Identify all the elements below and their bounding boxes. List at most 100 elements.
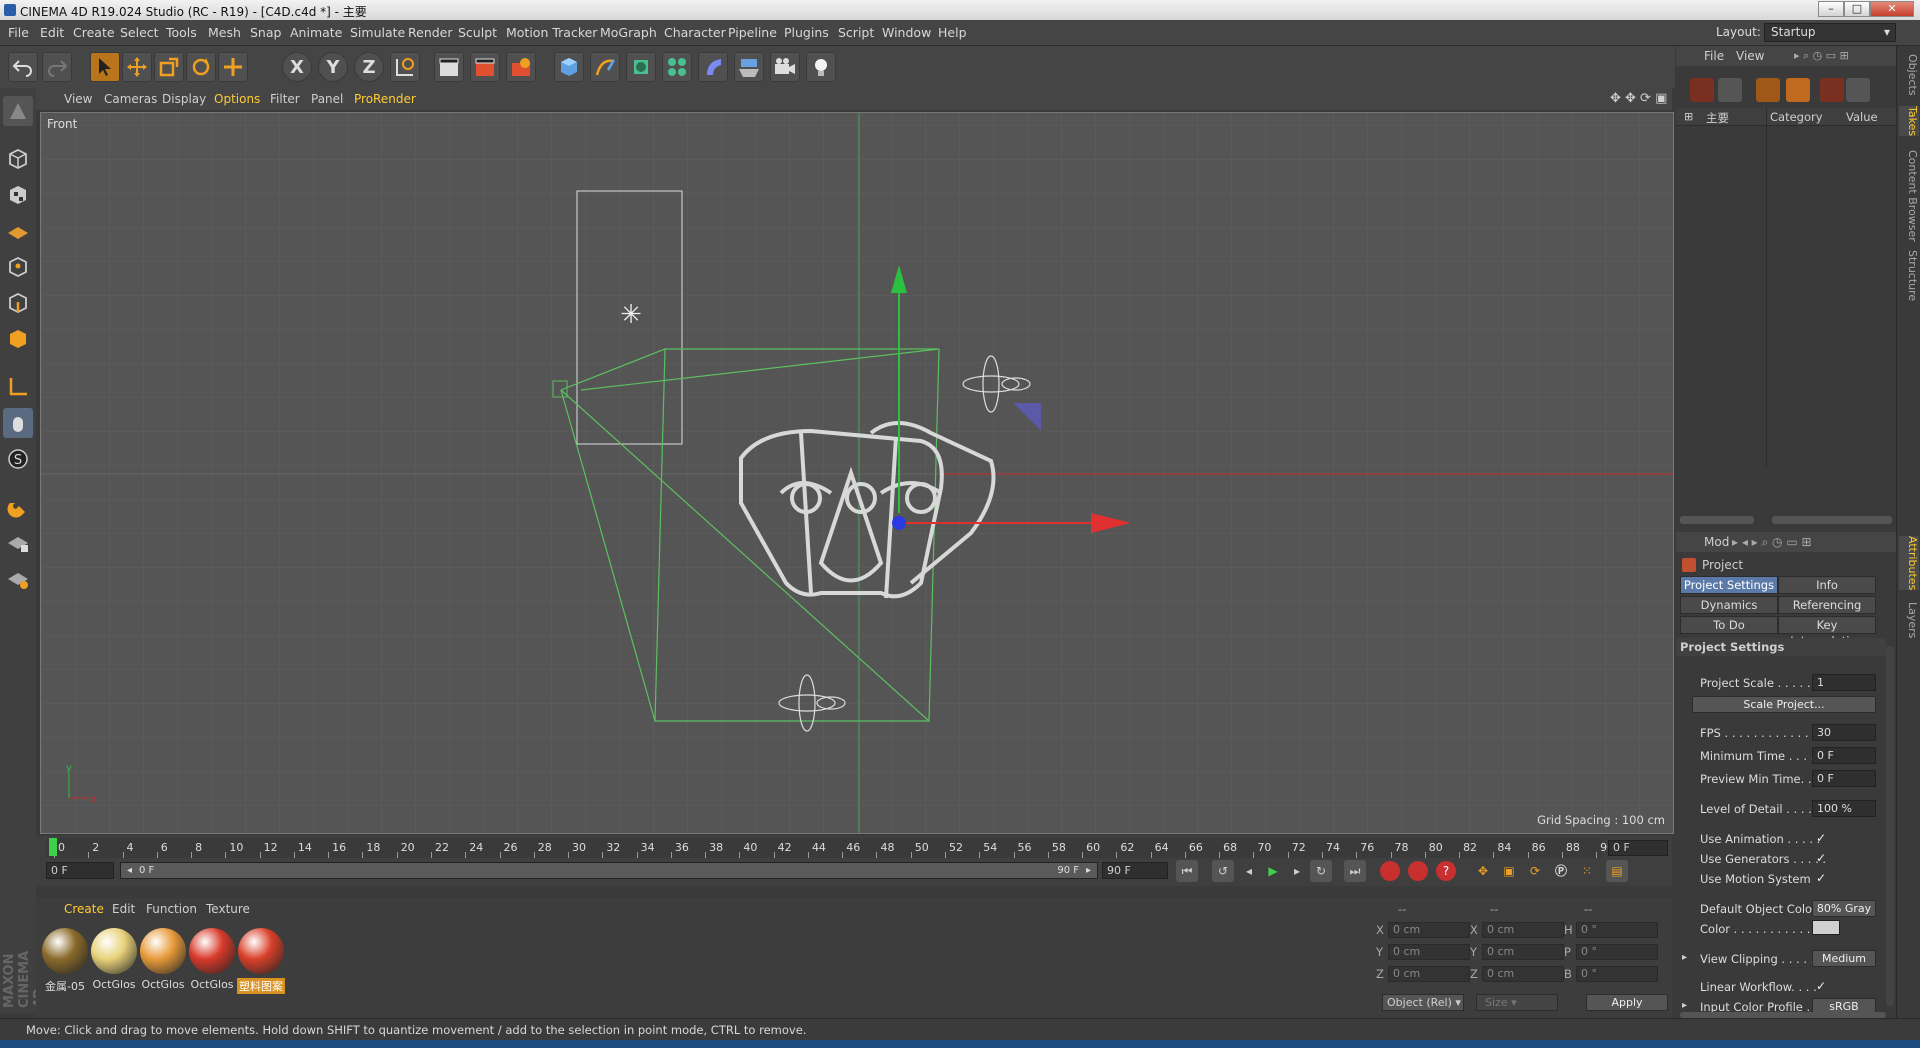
attributes-mode-menu[interactable]: Mod xyxy=(1704,535,1729,549)
objects-menu-view[interactable]: View xyxy=(1736,49,1764,63)
menu-motion-tracker[interactable]: Motion Tracker xyxy=(506,25,597,40)
viewport-canvas[interactable]: ✳ y x xyxy=(41,113,1674,834)
fps-field[interactable]: 30 xyxy=(1812,724,1876,741)
menu-script[interactable]: Script xyxy=(838,25,874,40)
key-pla-button[interactable]: ⁙ xyxy=(1576,860,1598,882)
layout-select[interactable]: Startup ▾ xyxy=(1764,23,1896,42)
viewport-menu-cameras[interactable]: Cameras xyxy=(104,92,157,106)
menu-select[interactable]: Select xyxy=(120,25,159,40)
material-label[interactable]: OctGlos xyxy=(188,978,236,991)
keyframe-selection-button[interactable]: ? xyxy=(1436,861,1456,881)
menu-create[interactable]: Create xyxy=(73,25,115,40)
tab-dynamics[interactable]: Dynamics xyxy=(1680,596,1778,614)
timeline-ruler[interactable]: 0 2 4 6 8 10 12 14 16 18 20 22 24 26 28 30 32 34 36 38 40 42 4… xyxy=(46,838,1614,858)
material-menu-create[interactable]: Create xyxy=(64,902,104,916)
z-axis-lock-button[interactable]: Z xyxy=(354,52,384,82)
recent-tool-button[interactable] xyxy=(218,52,248,82)
y-axis-lock-button[interactable]: Y xyxy=(318,52,348,82)
view-clipping-select[interactable]: Medium xyxy=(1812,950,1876,967)
key-position-button[interactable]: ✥ xyxy=(1472,860,1494,882)
material-swatch[interactable] xyxy=(189,928,235,974)
coord-value-field[interactable]: 0 cm xyxy=(1388,944,1470,960)
rotate-tool-button[interactable] xyxy=(186,52,216,82)
undo-button[interactable] xyxy=(8,52,38,82)
menu-animate[interactable]: Animate xyxy=(290,25,342,40)
take-filter-button[interactable] xyxy=(1846,78,1870,102)
coord-value-field[interactable]: 0 cm xyxy=(1388,922,1470,938)
menu-mograph[interactable]: MoGraph xyxy=(600,25,657,40)
lock-workplane-button[interactable] xyxy=(3,528,33,558)
expand-arrow-icon[interactable]: ▸ xyxy=(1682,1000,1687,1011)
material-swatch[interactable] xyxy=(42,928,88,974)
project-scale-field[interactable]: 1 xyxy=(1812,674,1876,691)
coords-mode-select[interactable]: Object (Rel) ▾ xyxy=(1382,994,1464,1011)
material-menu-function[interactable]: Function xyxy=(146,902,197,916)
null-object-icon[interactable]: ✳ xyxy=(620,300,642,330)
playhead[interactable] xyxy=(49,838,57,856)
coord-value-field[interactable]: 0 cm xyxy=(1482,944,1564,960)
snap-button[interactable] xyxy=(3,492,33,522)
tab-info[interactable]: Info xyxy=(1778,576,1876,594)
viewport-menu-view[interactable]: View xyxy=(64,92,92,106)
tab-project-settings[interactable]: Project Settings xyxy=(1680,576,1778,594)
scale-project-button[interactable]: Scale Project... xyxy=(1692,696,1876,713)
side-tab-takes[interactable]: Takes xyxy=(1899,106,1919,137)
menu-sculpt[interactable]: Sculpt xyxy=(458,25,497,40)
side-tab-structure[interactable]: Structure xyxy=(1899,250,1919,301)
material-label[interactable]: OctGlos xyxy=(139,978,187,991)
take-override-button[interactable] xyxy=(1756,78,1780,102)
take-expand-icon[interactable]: ⊞ xyxy=(1684,110,1693,123)
take-add-button[interactable] xyxy=(1690,78,1714,102)
take-main-label[interactable]: 主要 xyxy=(1706,110,1729,126)
deformer-button[interactable] xyxy=(698,52,728,82)
minimize-button[interactable]: – xyxy=(1818,1,1844,17)
polygons-mode-button[interactable] xyxy=(3,324,33,354)
go-to-start-button[interactable]: ⏮ xyxy=(1176,860,1198,882)
go-to-previous-key-button[interactable]: ↺ xyxy=(1212,860,1234,882)
material-menu-texture[interactable]: Texture xyxy=(206,902,250,916)
take-clone-button[interactable] xyxy=(1718,78,1742,102)
coord-value-field[interactable]: 0 cm xyxy=(1482,966,1564,982)
edges-mode-button[interactable] xyxy=(3,288,33,318)
material-label[interactable]: 金属-05 xyxy=(41,978,89,994)
use-motion-system-checkbox[interactable]: ✓ xyxy=(1816,872,1828,884)
workplane-button[interactable] xyxy=(3,216,33,246)
side-tab-objects[interactable]: Objects xyxy=(1899,54,1919,96)
menu-file[interactable]: File xyxy=(8,25,29,40)
key-parameter-button[interactable]: Ⓟ xyxy=(1550,860,1572,882)
objects-menu-file[interactable]: File xyxy=(1704,49,1724,63)
menu-character[interactable]: Character xyxy=(664,25,726,40)
play-button[interactable]: ▶ xyxy=(1262,860,1284,882)
make-editable-button[interactable] xyxy=(3,96,33,126)
coord-value-field[interactable]: 0 cm xyxy=(1388,966,1470,982)
coords-size-select[interactable]: Size ▾ xyxy=(1476,994,1558,1011)
coord-value-field[interactable]: 0 ° xyxy=(1576,966,1658,982)
start-frame-field[interactable]: 0 F xyxy=(46,862,114,879)
autokey-button[interactable] xyxy=(1408,861,1428,881)
spline-pen-button[interactable] xyxy=(590,52,620,82)
live-selection-button[interactable] xyxy=(90,52,120,82)
apply-button[interactable]: Apply xyxy=(1586,994,1668,1011)
current-frame-field[interactable]: 0 F xyxy=(1608,840,1668,856)
side-tab-layers[interactable]: Layers xyxy=(1899,602,1919,638)
default-object-color-select[interactable]: 80% Gray xyxy=(1812,900,1876,917)
texture-mode-button[interactable] xyxy=(3,180,33,210)
tab-to-do[interactable]: To Do xyxy=(1680,616,1778,634)
subdivision-surface-button[interactable] xyxy=(626,52,656,82)
level-of-detail-field[interactable]: 100 % xyxy=(1812,800,1876,817)
color-swatch[interactable] xyxy=(1812,920,1840,935)
key-scale-button[interactable]: ▣ xyxy=(1498,860,1520,882)
linear-workflow-checkbox[interactable]: ✓ xyxy=(1816,980,1828,992)
camera-button[interactable] xyxy=(770,52,800,82)
light-button[interactable] xyxy=(806,52,836,82)
viewport-nav-icon[interactable]: ✥ ✥ ⟳ ▣ xyxy=(1610,91,1667,106)
floor-button[interactable] xyxy=(734,52,764,82)
minimum-time-field[interactable]: 0 F xyxy=(1812,747,1876,764)
expand-arrow-icon[interactable]: ▸ xyxy=(1682,952,1687,963)
take-lock-button[interactable] xyxy=(1820,78,1844,102)
coord-value-field[interactable]: 0 ° xyxy=(1576,922,1658,938)
attributes-nav-icons[interactable]: ▸ ◂ ▸ ⌕ ◷ ▭ ⊞ xyxy=(1732,535,1812,550)
coord-value-field[interactable]: 0 ° xyxy=(1576,944,1658,960)
scheme-button[interactable]: ▤ xyxy=(1606,860,1628,882)
model-mode-button[interactable] xyxy=(3,144,33,174)
